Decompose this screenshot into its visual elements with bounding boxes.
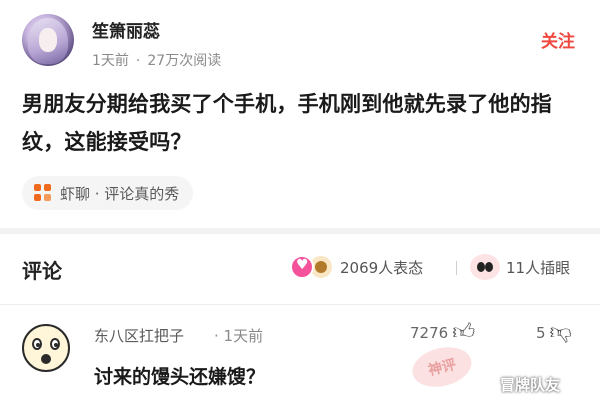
section-divider [0,228,600,234]
post-body: 男朋友分期给我买了个手机，手机刚到他就先录了他的指纹，这能接受吗？ [22,92,552,154]
comment-text: 讨来的馒头还嫌馊？ [94,366,266,388]
comment-time: · 1天前 [214,327,264,345]
avatar-face [39,28,57,52]
peek-count: 11人插眼 [506,258,571,277]
post-time: 1天前 [92,53,129,69]
post-meta: 1天前 · 27万次阅读 [92,50,221,70]
dislike-count: 5 [536,324,546,342]
heart-reaction-icon [290,255,314,279]
avatar-eye-right [50,338,60,350]
like-count: 7276 [410,324,449,342]
reactions-summary[interactable]: 2069人表态 [290,253,423,281]
commenter-name[interactable]: 东八区扛把子 [94,325,184,346]
meta-dot: · [135,53,141,69]
avatar-eye-left [32,338,42,350]
watermark: 冒牌队友 [500,376,561,394]
badge-label: 神评 [426,356,458,380]
topic-grid-icon [34,184,52,202]
post-views: 27万次阅读 [147,53,222,69]
comments-header: 评论 2069人表态 11人插眼 [0,238,600,296]
header-separator [456,261,457,275]
comments-divider [0,304,600,305]
peek-button[interactable]: 11人插眼 [470,254,570,280]
thumbs-up-icon: 👍︎ [452,320,476,345]
topic-chip[interactable]: 虾聊 · 评论真的秀 [22,176,194,210]
reactions-count: 2069人表态 [340,258,424,277]
commenter-avatar[interactable] [22,324,70,372]
like-button[interactable]: 7276 👍︎ [410,321,475,345]
dislike-button[interactable]: 5 👎︎ [536,321,572,345]
post-header: 笙箫丽蕊 1天前 · 27万次阅读 关注 [0,0,600,80]
comments-title: 评论 [22,259,62,283]
thumbs-down-icon: 👎︎ [549,320,572,345]
peek-eyes-icon [470,254,500,280]
author-name[interactable]: 笙箫丽蕊 [92,17,160,42]
avatar-mouth [41,354,51,364]
topic-label: 虾聊 · 评论真的秀 [60,184,180,203]
author-avatar[interactable] [22,14,74,66]
follow-button[interactable]: 关注 [541,27,575,52]
